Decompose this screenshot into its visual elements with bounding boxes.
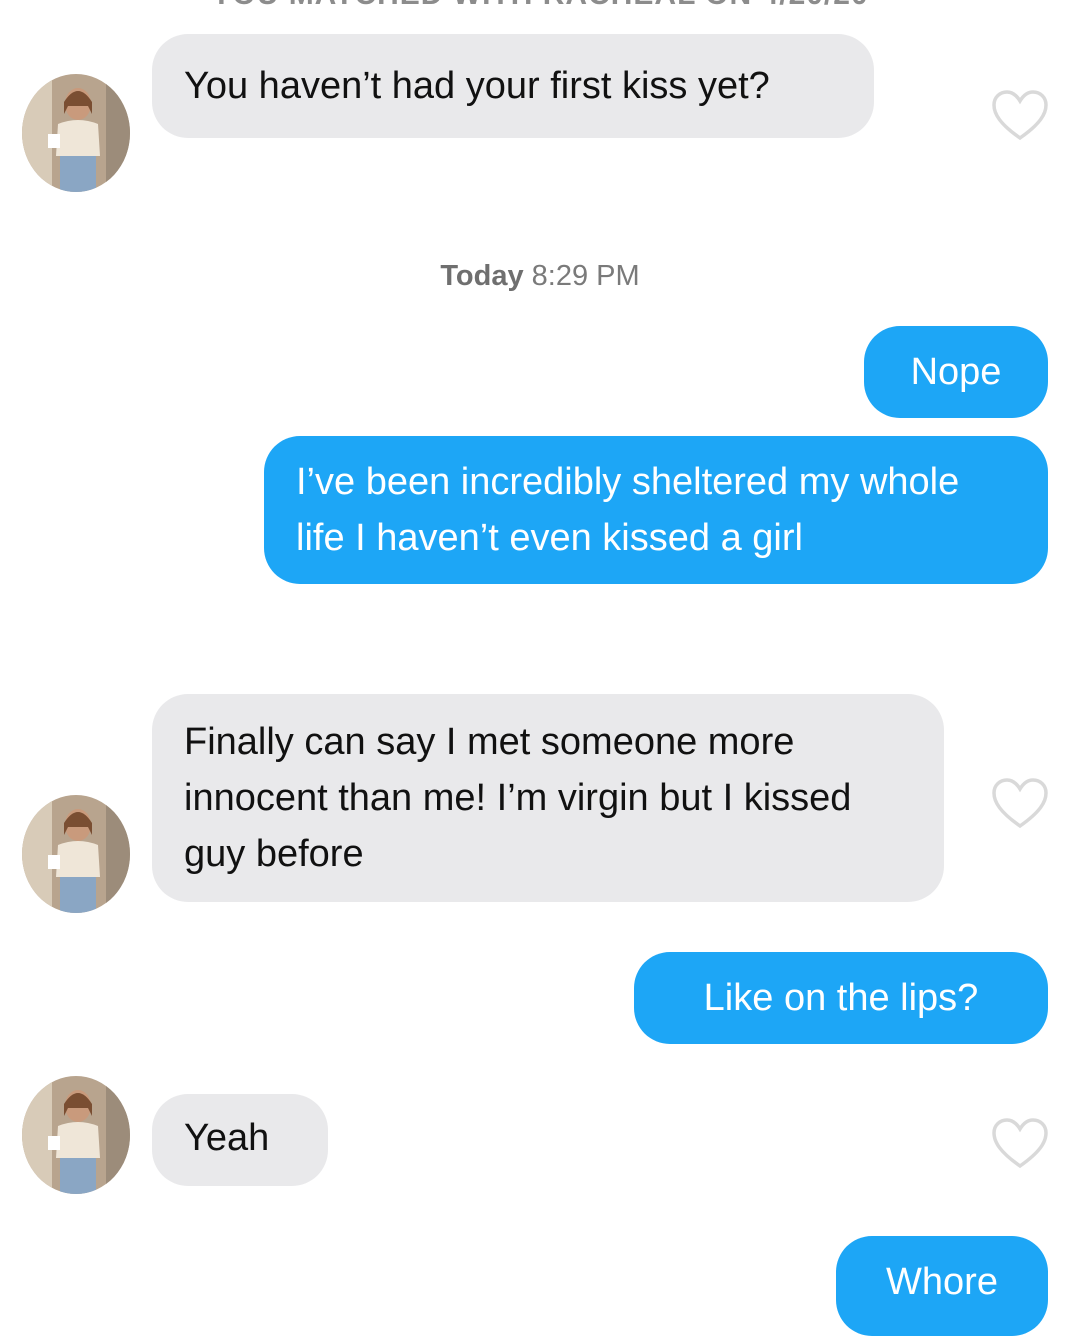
profile-photo-icon [22,795,130,913]
timestamp-time: 8:29 PM [531,260,640,292]
message-bubble-outgoing[interactable]: Whore [836,1236,1048,1336]
message-bubble-outgoing[interactable]: Nope [864,326,1048,418]
message-text: I’ve been incredibly sheltered my whole … [296,461,960,559]
message-text: Finally can say I met someone more innoc… [184,721,852,875]
message-timestamp: Today 8:29 PM [0,260,1080,293]
message-bubble-incoming[interactable]: Yeah [152,1094,328,1186]
avatar[interactable] [22,795,130,913]
message-text: Like on the lips? [703,977,979,1019]
message-text: You haven’t had your first kiss yet? [184,65,770,107]
message-bubble-incoming[interactable]: You haven’t had your first kiss yet? [152,34,874,138]
heart-outline-icon[interactable] [990,88,1050,144]
match-header: YOU MATCHED WITH RACHEAL ON 4/20/20 [0,0,1080,12]
profile-photo-icon [22,74,130,192]
heart-outline-icon[interactable] [990,776,1050,832]
message-text: Whore [886,1261,998,1303]
message-text: Nope [910,351,1002,393]
timestamp-day: Today [440,260,524,292]
avatar[interactable] [22,1076,130,1194]
avatar[interactable] [22,74,130,192]
message-text: Yeah [184,1117,270,1159]
heart-outline-icon[interactable] [990,1116,1050,1172]
profile-photo-icon [22,1076,130,1194]
message-bubble-outgoing[interactable]: I’ve been incredibly sheltered my whole … [264,436,1048,584]
message-bubble-outgoing[interactable]: Like on the lips? [634,952,1048,1044]
message-bubble-incoming[interactable]: Finally can say I met someone more innoc… [152,694,944,902]
